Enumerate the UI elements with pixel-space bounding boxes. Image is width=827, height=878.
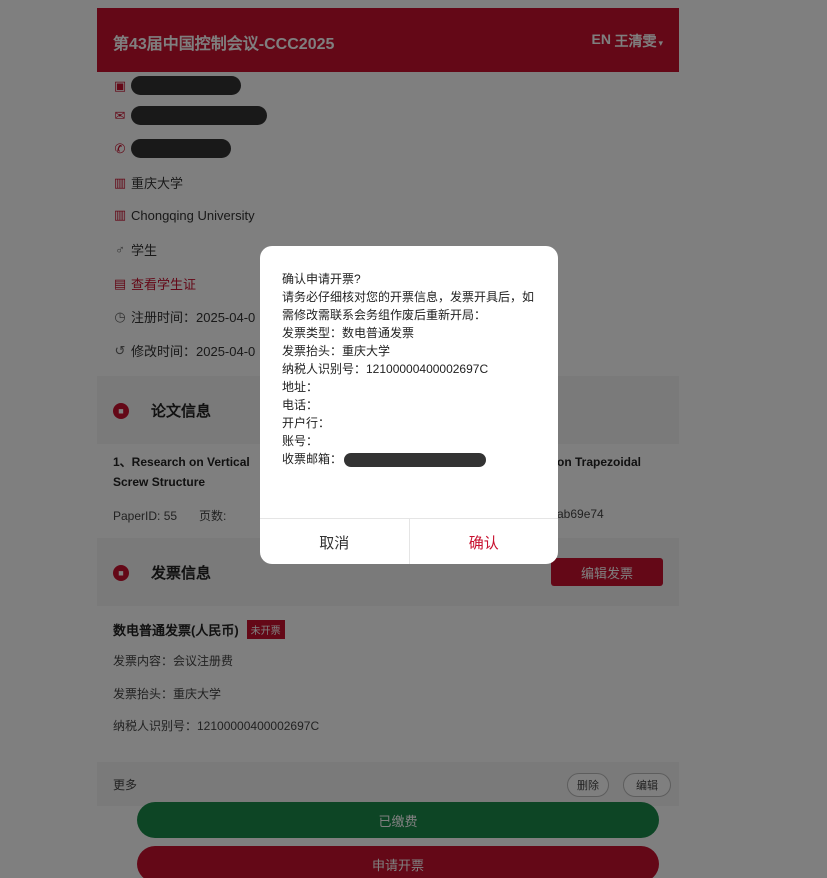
dialog-phone: 电话： <box>282 398 319 412</box>
dialog-body: 确认申请开票? 请务必仔细核对您的开票信息，发票开具后，如需修改需联系会务组作废… <box>282 270 540 468</box>
dialog-tax-id: 纳税人识别号：12100000400002697C <box>282 362 489 376</box>
dialog-footer: 取消 确认 <box>260 518 558 564</box>
dialog-invoice-header: 发票抬头：重庆大学 <box>282 344 391 358</box>
dialog-notice: 请务必仔细核对您的开票信息，发票开具后，如需修改需联系会务组作废后重新开局： <box>282 290 535 322</box>
dialog-account: 账号： <box>282 434 319 448</box>
dialog-address: 地址： <box>282 380 319 394</box>
dialog-invoice-type: 发票类型：数电普通发票 <box>282 326 415 340</box>
dialog-bank: 开户行： <box>282 416 331 430</box>
dialog-title: 确认申请开票? <box>282 272 361 286</box>
confirm-button[interactable]: 确认 <box>410 519 559 564</box>
cancel-button[interactable]: 取消 <box>260 519 410 564</box>
confirm-invoice-dialog: 确认申请开票? 请务必仔细核对您的开票信息，发票开具后，如需修改需联系会务组作废… <box>260 246 558 564</box>
dialog-email: 收票邮箱： <box>282 450 540 468</box>
redacted-email <box>344 452 487 467</box>
